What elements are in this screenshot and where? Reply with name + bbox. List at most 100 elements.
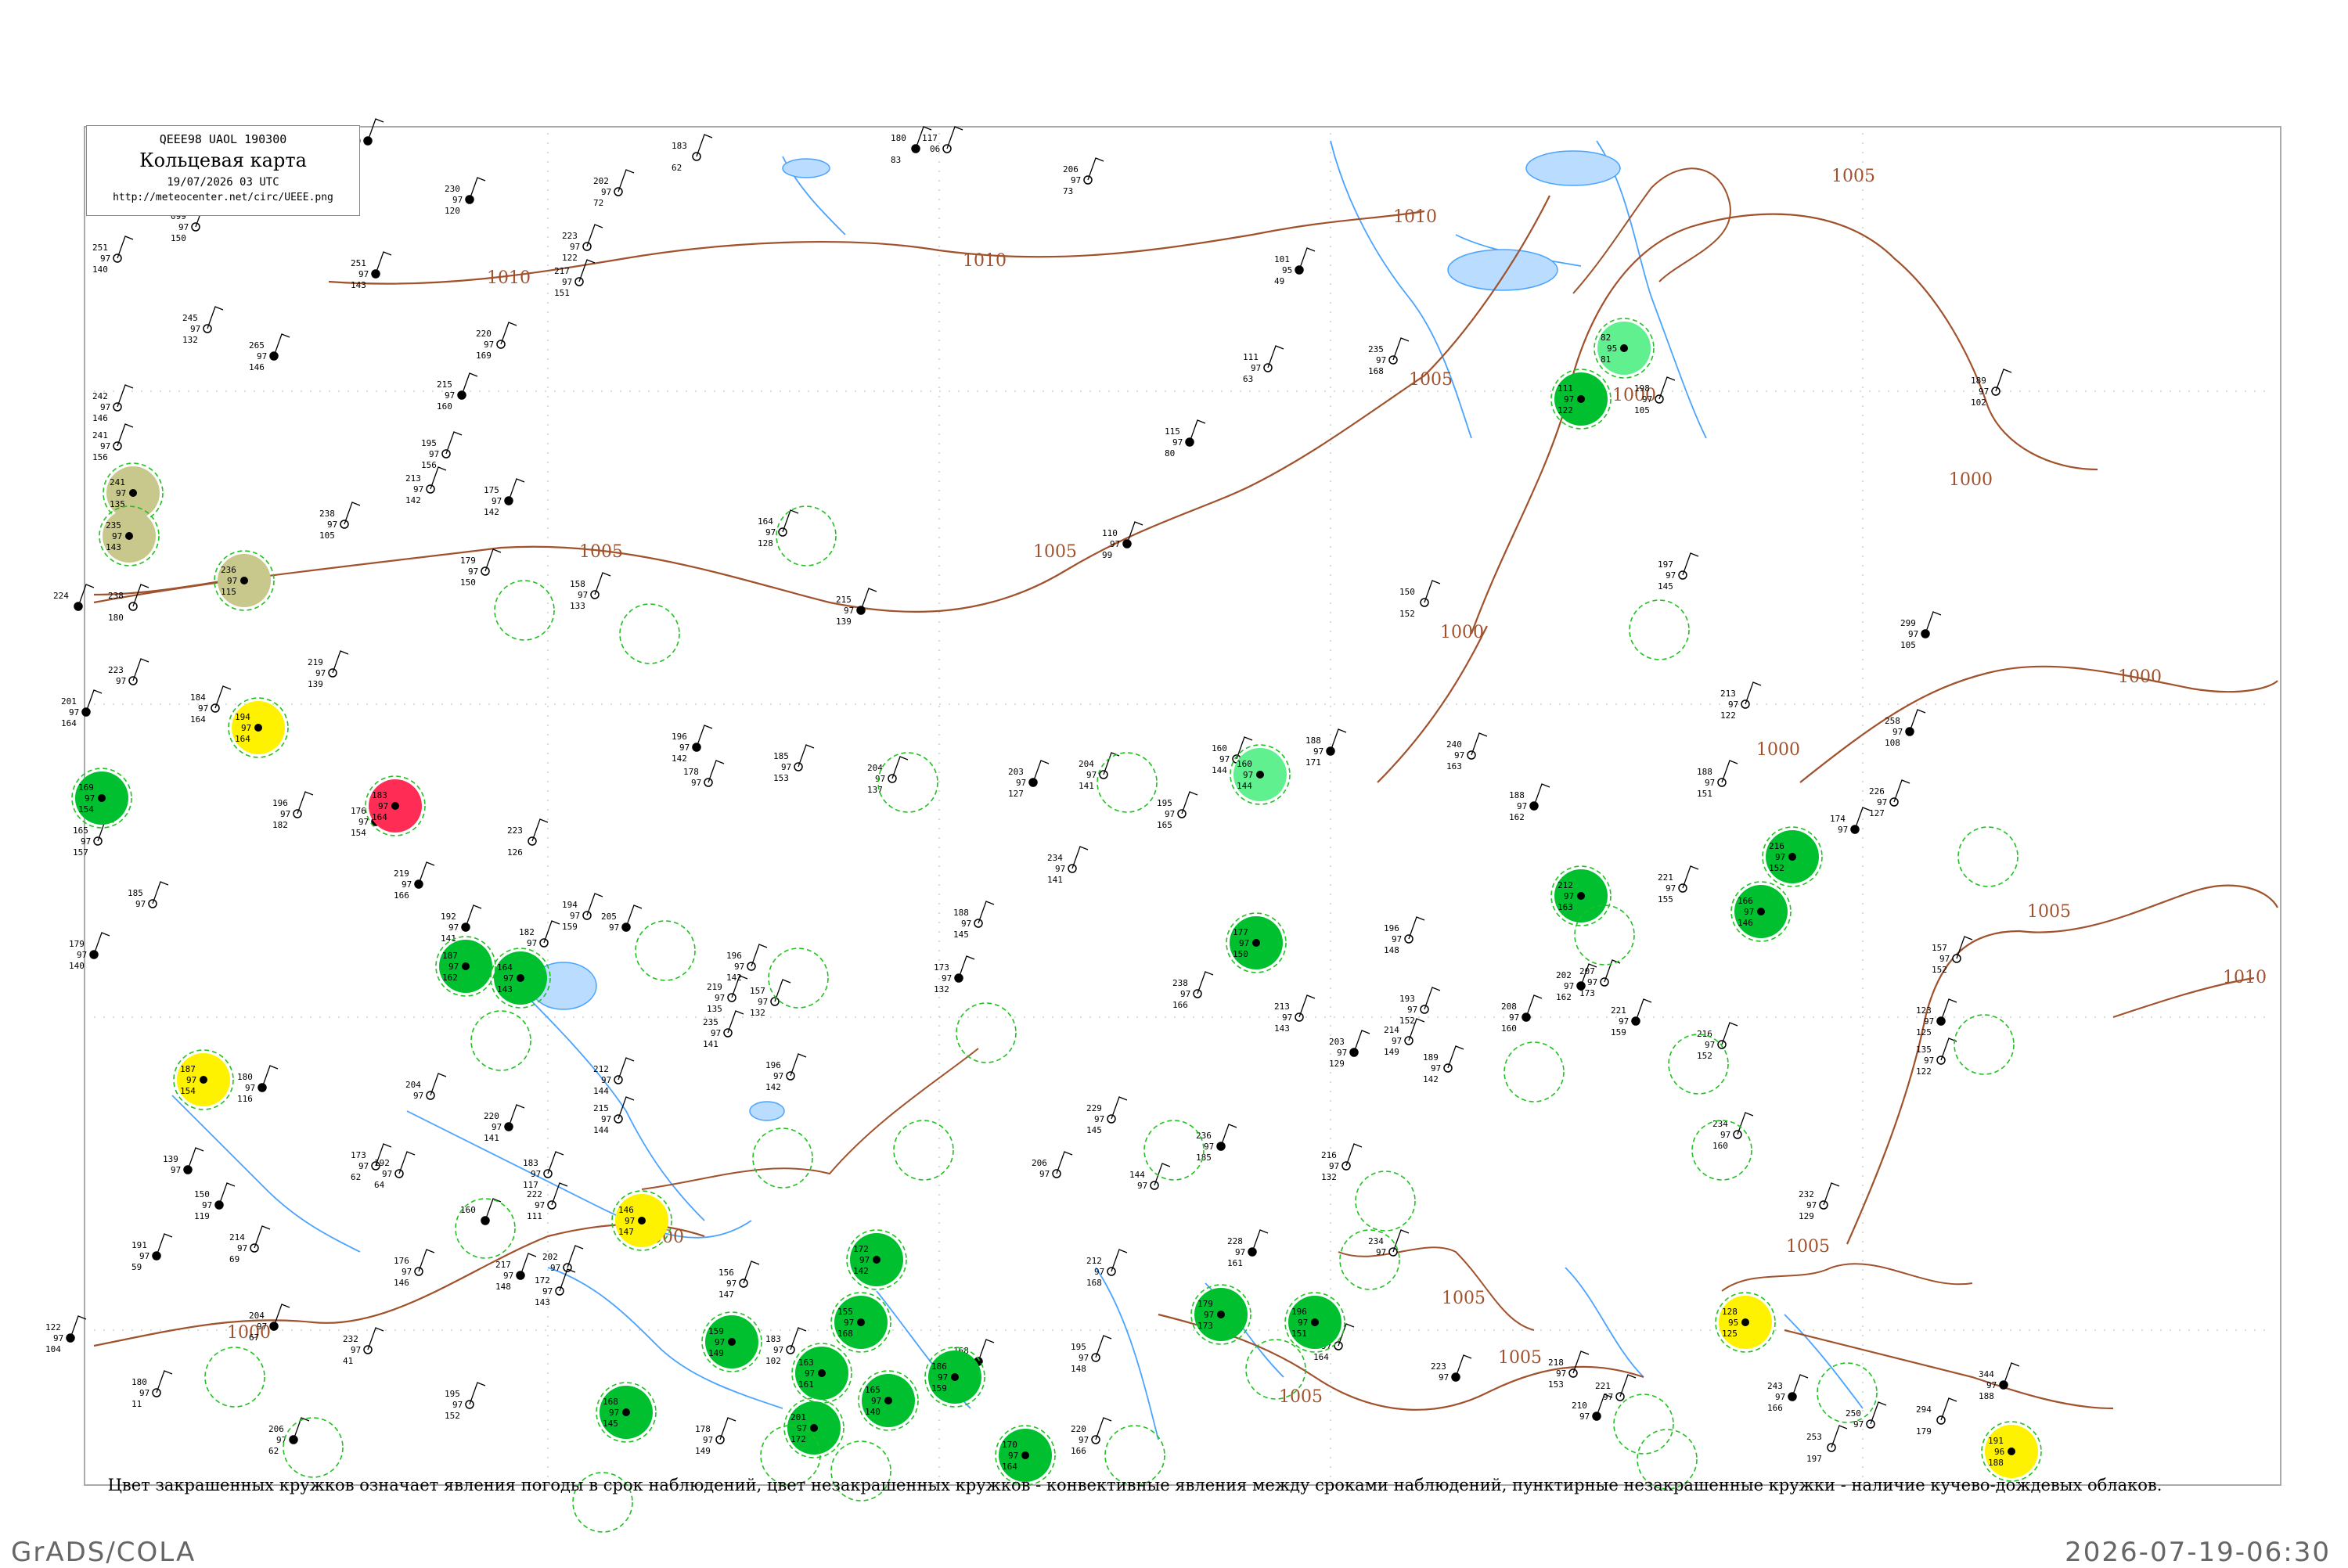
- dewpoint-value: 122: [1558, 405, 1573, 415]
- humidity-value: 97: [1564, 394, 1574, 405]
- humidity-value: 97: [1016, 778, 1026, 788]
- temperature-value: 265: [249, 340, 265, 351]
- dewpoint-value: 154: [180, 1086, 196, 1096]
- humidity-value: 97: [773, 1345, 783, 1355]
- temperature-value: 169: [78, 782, 94, 793]
- dewpoint-value: 142: [726, 973, 742, 983]
- humidity-value: 97: [1313, 746, 1323, 757]
- temperature-value: 202: [542, 1252, 558, 1262]
- dewpoint-value: 62: [672, 163, 682, 173]
- humidity-value: 97: [413, 484, 423, 494]
- temperature-value: 172: [535, 1275, 550, 1286]
- dewpoint-value: 145: [1658, 581, 1673, 592]
- map-title: Кольцевая карта: [139, 149, 307, 171]
- temperature-value: 192: [374, 1158, 390, 1168]
- temperature-value: 189: [1971, 376, 1986, 386]
- temperature-value: 223: [108, 665, 124, 675]
- dewpoint-value: 166: [394, 890, 409, 901]
- render-timestamp: 2026-07-19-06:30: [2065, 1537, 2331, 1568]
- temperature-value: 195: [1157, 798, 1172, 808]
- isobar-label: 1010: [1393, 207, 1437, 227]
- temperature-value: 220: [1071, 1424, 1086, 1434]
- humidity-value: 97: [1235, 1247, 1245, 1257]
- temperature-value: 216: [1697, 1029, 1712, 1039]
- humidity-value: 97: [1720, 1130, 1730, 1140]
- temperature-value: 196: [272, 798, 288, 808]
- temperature-value: 187: [442, 951, 458, 961]
- dewpoint-value: 162: [442, 973, 458, 983]
- humidity-value: 97: [609, 1408, 619, 1418]
- dewpoint-value: 135: [707, 1004, 722, 1014]
- source-url[interactable]: http://meteocenter.net/circ/UEEE.png: [87, 192, 359, 203]
- dewpoint-value: 122: [1916, 1066, 1932, 1077]
- dewpoint-value: 154: [351, 828, 366, 838]
- temperature-value: 197: [1658, 559, 1673, 570]
- humidity-value: 97: [112, 531, 122, 541]
- humidity-value: 97: [1251, 363, 1261, 373]
- dewpoint-value: 41: [343, 1356, 353, 1366]
- temperature-value: 188: [1509, 790, 1525, 800]
- dewpoint-value: 150: [460, 577, 476, 588]
- dewpoint-value: 159: [562, 922, 578, 932]
- humidity-value: 97: [1517, 801, 1527, 811]
- weather-map: 1010 1010 1010 1005 1005 1005 1005 1000 …: [45, 118, 2281, 1533]
- dewpoint-value: 141: [703, 1039, 718, 1049]
- dewpoint-value: 168: [1368, 366, 1384, 376]
- dewpoint-value: 145: [603, 1419, 618, 1429]
- temperature-value: 210: [1572, 1401, 1587, 1411]
- dewpoint-value: 151: [1291, 1329, 1307, 1339]
- humidity-value: 97: [691, 778, 701, 788]
- temperature-value: 206: [268, 1424, 284, 1434]
- temperature-value: 159: [708, 1326, 724, 1336]
- temperature-value: 110: [1102, 528, 1118, 538]
- temperature-value: 184: [190, 692, 206, 703]
- humidity-value: 97: [1924, 1056, 1934, 1066]
- humidity-value: 97: [1204, 1142, 1214, 1152]
- dewpoint-value: 156: [421, 460, 437, 470]
- dewpoint-value: 164: [1313, 1352, 1329, 1362]
- temperature-value: 213: [1720, 689, 1736, 699]
- temperature-value: 170: [1002, 1440, 1017, 1450]
- temperature-value: 222: [527, 1189, 542, 1199]
- dewpoint-value: 182: [272, 820, 288, 830]
- temperature-value: 191: [131, 1240, 147, 1250]
- humidity-value: 97: [1579, 1412, 1590, 1422]
- dewpoint-value: 180: [108, 613, 124, 623]
- humidity-value: 97: [257, 351, 267, 361]
- humidity-value: 97: [1008, 1451, 1018, 1461]
- temperature-value: 232: [1799, 1189, 1814, 1199]
- humidity-value: 97: [492, 1122, 502, 1132]
- humidity-value: 97: [452, 195, 463, 205]
- temperature-value: 111: [1243, 352, 1259, 362]
- temperature-value: 223: [562, 231, 578, 241]
- temperature-value: 245: [182, 313, 198, 323]
- humidity-value: 97: [351, 1345, 361, 1355]
- temperature-value: 223: [507, 825, 523, 836]
- dewpoint-value: 173: [1579, 988, 1595, 998]
- temperature-value: 175: [484, 485, 499, 495]
- isobar-label: 1000: [1949, 470, 1993, 490]
- dewpoint-value: 83: [891, 155, 901, 165]
- humidity-value: 96: [1994, 1447, 2004, 1457]
- temperature-value: 235: [106, 520, 121, 530]
- temperature-value: 179: [460, 556, 476, 566]
- humidity-value: 97: [550, 1263, 560, 1273]
- temperature-value: 157: [750, 986, 765, 996]
- dewpoint-value: 142: [853, 1266, 869, 1276]
- isobar-label: 1005: [1831, 167, 1875, 186]
- temperature-value: 226: [1869, 786, 1885, 797]
- humidity-value: 97: [773, 1071, 783, 1081]
- temperature-value: 166: [1738, 896, 1753, 906]
- temperature-value: 219: [707, 982, 722, 992]
- dewpoint-value: 152: [445, 1411, 460, 1421]
- temperature-value: 234: [1368, 1236, 1384, 1246]
- humidity-value: 97: [139, 1388, 149, 1398]
- temperature-value: 194: [562, 900, 578, 910]
- humidity-value: 97: [186, 1075, 196, 1085]
- temperature-value: 188: [1305, 735, 1321, 746]
- temperature-value: 180: [891, 133, 906, 143]
- isobar-label: 1005: [1442, 1289, 1486, 1308]
- temperature-value: 224: [53, 591, 69, 601]
- isobar-label: 1010: [487, 268, 531, 288]
- humidity-value: 97: [1775, 1392, 1785, 1402]
